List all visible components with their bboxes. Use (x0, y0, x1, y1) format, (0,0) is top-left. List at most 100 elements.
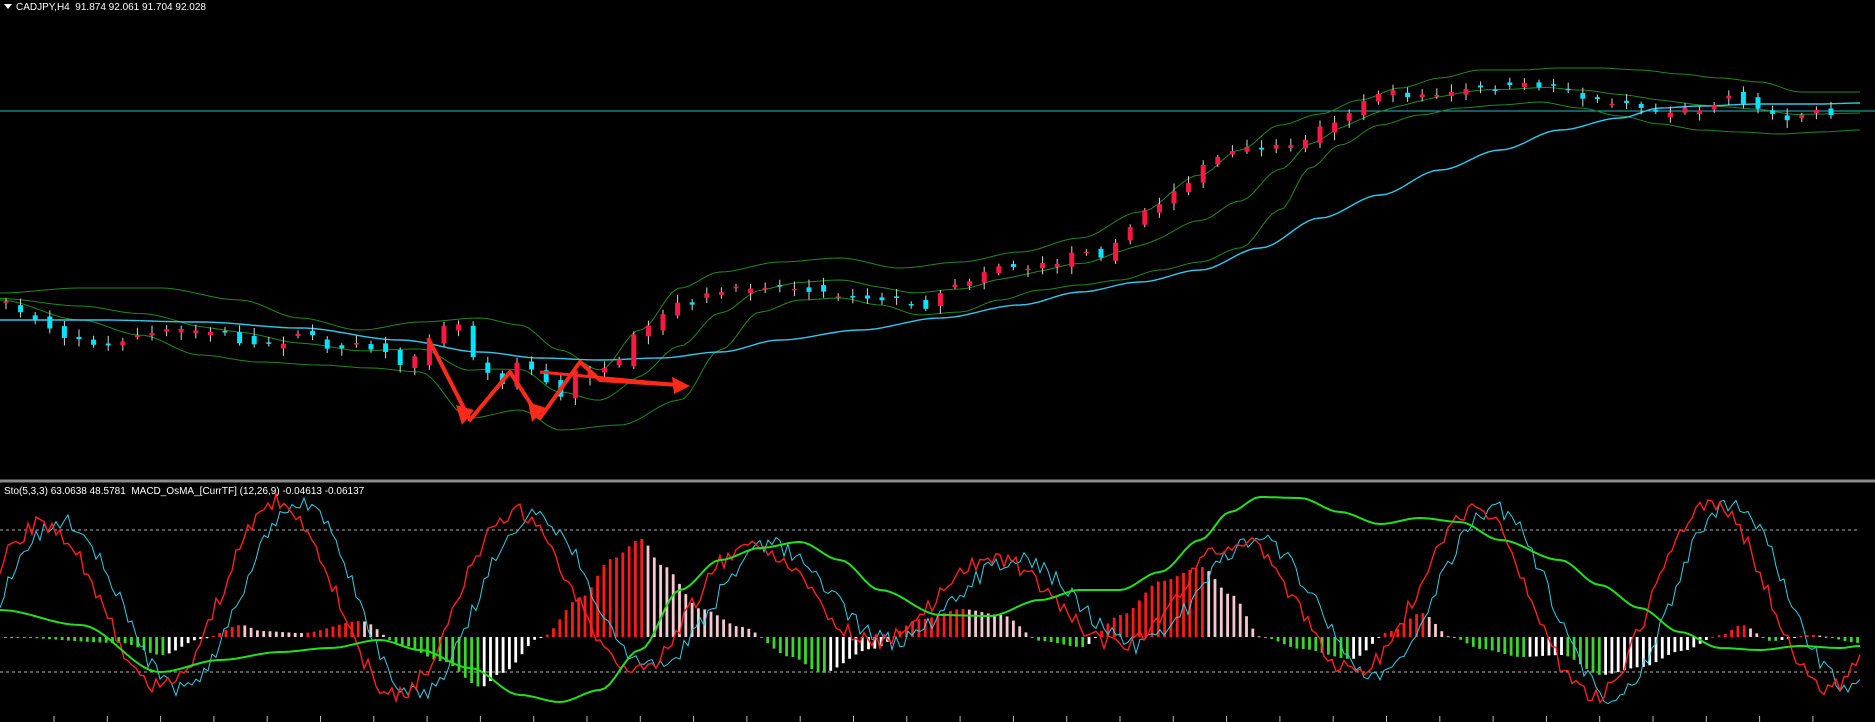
osma-bar (148, 637, 152, 653)
candle-body (1113, 242, 1119, 261)
osma-bar (1465, 637, 1469, 644)
candle-body (1448, 91, 1454, 97)
osma-bar (1755, 633, 1759, 637)
osma-bar (1037, 637, 1040, 641)
osma-bar (520, 637, 524, 655)
osma-bar (1257, 636, 1261, 638)
osma-bar (1131, 607, 1135, 637)
candle-body (718, 291, 724, 295)
osma-bar (1522, 637, 1526, 657)
candle-body (1536, 82, 1542, 88)
osma-bar (1018, 626, 1022, 637)
osma-bar (167, 637, 171, 654)
osma-bar (1396, 628, 1400, 637)
osma-bar (1049, 637, 1053, 642)
candle-body (193, 330, 199, 334)
osma-bar (1591, 637, 1595, 673)
osma-bar (268, 631, 272, 637)
osma-bar (262, 631, 266, 637)
osma-bar (243, 625, 247, 637)
osma-bar (1793, 637, 1796, 638)
osma-bar (961, 609, 965, 637)
collapse-triangle-icon[interactable] (4, 4, 12, 9)
osma-bar (400, 637, 404, 646)
osma-bar (785, 637, 788, 657)
osma-bar (1194, 567, 1198, 637)
osma-bar (306, 632, 310, 637)
candle-body (1740, 92, 1746, 104)
candle-body (1697, 110, 1703, 114)
candle-body (1200, 164, 1206, 183)
indicator-header: Sto(5,3,3) 63.0638 48.5781 MACD_OsMA_[Cu… (4, 486, 365, 497)
osma-bar (1585, 637, 1589, 669)
candle-body (1624, 100, 1630, 103)
osma-bar (1175, 576, 1179, 637)
candle-body (1594, 97, 1600, 100)
candle-body (879, 297, 885, 301)
osma-bar (671, 574, 675, 637)
osma-bar (917, 619, 921, 637)
osma-bar (1459, 637, 1463, 640)
osma-bar (772, 637, 776, 649)
osma-bar (829, 637, 833, 671)
osma-bar (1093, 637, 1097, 639)
osma-bar (130, 637, 133, 645)
osma-bar (1749, 628, 1752, 637)
osma-bar (319, 630, 322, 637)
osma-bar (35, 637, 39, 639)
candle-body (923, 299, 929, 309)
osma-bar (526, 637, 530, 647)
osma-bar (344, 623, 347, 637)
osma-bar (1711, 636, 1715, 638)
osma-bar (274, 631, 278, 637)
osma-bar (1081, 637, 1085, 647)
candle-body (952, 284, 958, 287)
osma-bar (1774, 637, 1778, 641)
candle-body (324, 339, 330, 349)
candle-body (207, 331, 213, 336)
osma-bar (974, 610, 977, 637)
candle-body (353, 343, 359, 345)
osma-bar (1251, 628, 1255, 637)
osma-bar (1119, 615, 1122, 637)
candle-body (1083, 251, 1089, 254)
osma-bar (1856, 637, 1859, 643)
osma-bar (1390, 631, 1393, 637)
osma-bar (1301, 637, 1305, 650)
osma-bar (1849, 637, 1853, 643)
candle-body (295, 333, 301, 336)
candle-body (383, 343, 389, 353)
osma-bar (766, 637, 770, 644)
osma-bar (1768, 637, 1771, 641)
osma-bar (1453, 637, 1456, 638)
osma-bar (155, 637, 158, 655)
osma-bar (577, 597, 581, 637)
osma-bar (1327, 637, 1330, 655)
osma-bar (1358, 637, 1362, 656)
osma-bar (1075, 637, 1078, 647)
candle-body (996, 266, 1002, 274)
osma-bar (1030, 637, 1034, 638)
candle-body (134, 335, 140, 338)
candle-body (1653, 109, 1659, 112)
candle-body (1507, 82, 1513, 86)
candle-body (1419, 94, 1425, 98)
chart-canvas[interactable] (0, 0, 1875, 722)
osma-bar (797, 637, 801, 660)
osma-bar (413, 637, 417, 650)
osma-bar (709, 611, 713, 637)
osma-bar (230, 626, 234, 637)
osma-bar (1692, 637, 1696, 648)
osma-bar (715, 615, 719, 637)
candle-body (1259, 147, 1265, 150)
osma-bar (1610, 637, 1614, 674)
osma-bar (1377, 637, 1381, 638)
osma-bar (1308, 637, 1311, 650)
candle-body (748, 288, 754, 294)
chart-background (0, 0, 1875, 722)
osma-bar (1528, 637, 1532, 657)
candle-body (937, 293, 943, 307)
osma-bar (583, 595, 587, 637)
main-header: CADJPY,H4 91.874 92.061 91.704 92.028 (4, 2, 206, 14)
candle-body (616, 359, 622, 366)
